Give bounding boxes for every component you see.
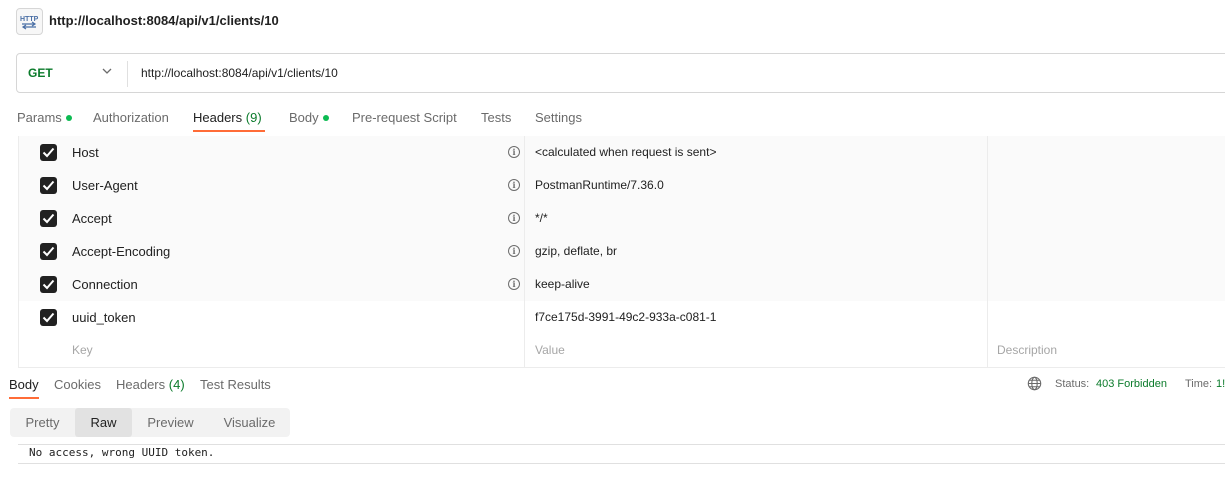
- tab-settings[interactable]: Settings: [535, 110, 582, 125]
- checkbox-checked-icon[interactable]: [40, 243, 57, 260]
- time-value[interactable]: 1!: [1216, 378, 1225, 390]
- header-key[interactable]: uuid_token: [72, 310, 136, 325]
- svg-text:HTTP: HTTP: [20, 16, 39, 23]
- header-value[interactable]: */*: [535, 211, 548, 225]
- table-row: User-Agent i PostmanRuntime/7.36.0: [18, 169, 1225, 203]
- format-raw[interactable]: Raw: [75, 408, 132, 437]
- headers-table: Host i <calculated when request is sent>…: [18, 136, 1225, 368]
- response-active-tab-underline: [9, 397, 39, 399]
- globe-icon[interactable]: [1027, 376, 1042, 394]
- tab-body-label: Body: [289, 110, 319, 125]
- response-tab-headers-count: (4): [168, 377, 185, 392]
- time-label: Time:: [1185, 378, 1213, 390]
- url-divider: [127, 61, 128, 87]
- response-tab-test-results[interactable]: Test Results: [200, 377, 271, 392]
- tab-settings-label: Settings: [535, 110, 582, 125]
- checkbox-checked-icon[interactable]: [40, 177, 57, 194]
- tab-pre-request-script-label: Pre-request Script: [352, 110, 457, 125]
- status-label: Status:: [1055, 378, 1090, 390]
- http-request-icon: HTTP: [16, 8, 43, 35]
- response-tab-body-label: Body: [9, 377, 39, 392]
- table-row: uuid_token f7ce175d-3991-49c2-933a-c081-…: [18, 301, 1225, 335]
- format-pretty[interactable]: Pretty: [10, 408, 75, 437]
- tab-headers-label: Headers: [193, 110, 243, 125]
- method-select[interactable]: GET: [28, 66, 53, 80]
- format-preview[interactable]: Preview: [132, 408, 209, 437]
- tab-params[interactable]: Params: [17, 110, 72, 125]
- tab-params-label: Params: [17, 110, 62, 125]
- info-icon[interactable]: i: [508, 179, 520, 191]
- header-key[interactable]: Accept: [72, 211, 112, 226]
- tab-authorization[interactable]: Authorization: [93, 110, 169, 125]
- chevron-down-icon[interactable]: [101, 65, 113, 80]
- info-icon[interactable]: i: [508, 278, 520, 290]
- url-bar: GET http://localhost:8084/api/v1/clients…: [16, 53, 1225, 93]
- response-tab-headers-label: Headers: [116, 377, 166, 392]
- response-tab-body[interactable]: Body: [9, 377, 39, 392]
- header-key[interactable]: Connection: [72, 277, 138, 292]
- info-icon[interactable]: i: [508, 146, 520, 158]
- response-body[interactable]: No access, wrong UUID token.: [18, 444, 1225, 464]
- response-tab-cookies-label: Cookies: [54, 377, 101, 392]
- header-key[interactable]: Accept-Encoding: [72, 244, 170, 259]
- response-tab-cookies[interactable]: Cookies: [54, 377, 101, 392]
- status-value[interactable]: 403 Forbidden: [1096, 378, 1167, 390]
- tab-authorization-label: Authorization: [93, 110, 169, 125]
- table-row: Host i <calculated when request is sent>: [18, 136, 1225, 170]
- tab-headers[interactable]: Headers (9): [193, 110, 262, 125]
- table-row: Accept i */*: [18, 202, 1225, 236]
- checkbox-checked-icon[interactable]: [40, 309, 57, 326]
- new-header-row: Key Value Description: [18, 334, 1225, 368]
- response-tab-headers[interactable]: Headers (4): [116, 377, 185, 392]
- response-body-text: No access, wrong UUID token.: [29, 446, 215, 459]
- column-divider: [524, 136, 525, 368]
- table-row: Connection i keep-alive: [18, 268, 1225, 302]
- header-value[interactable]: keep-alive: [535, 277, 590, 291]
- new-key-input[interactable]: Key: [72, 343, 93, 357]
- header-value[interactable]: gzip, deflate, br: [535, 244, 617, 258]
- new-description-input[interactable]: Description: [997, 343, 1057, 357]
- checkbox-checked-icon[interactable]: [40, 144, 57, 161]
- response-format-tabs: Pretty Raw Preview Visualize: [10, 408, 290, 437]
- new-value-input[interactable]: Value: [535, 343, 565, 357]
- header-value[interactable]: <calculated when request is sent>: [535, 145, 716, 159]
- url-input[interactable]: http://localhost:8084/api/v1/clients/10: [141, 66, 338, 80]
- column-divider: [987, 136, 988, 368]
- tab-pre-request-script[interactable]: Pre-request Script: [352, 110, 457, 125]
- info-icon[interactable]: i: [508, 245, 520, 257]
- response-tab-test-results-label: Test Results: [200, 377, 271, 392]
- format-visualize[interactable]: Visualize: [209, 408, 290, 437]
- tab-body[interactable]: Body: [289, 110, 329, 125]
- active-tab-underline: [193, 130, 265, 132]
- checkbox-checked-icon[interactable]: [40, 276, 57, 293]
- tab-headers-count: (9): [245, 110, 262, 125]
- tab-tests[interactable]: Tests: [481, 110, 511, 125]
- table-row: Accept-Encoding i gzip, deflate, br: [18, 235, 1225, 269]
- header-value[interactable]: f7ce175d-3991-49c2-933a-c081-1: [535, 310, 716, 324]
- column-divider: [18, 136, 19, 368]
- params-dot-indicator: [65, 114, 72, 121]
- tab-tests-label: Tests: [481, 110, 512, 125]
- header-value[interactable]: PostmanRuntime/7.36.0: [535, 178, 664, 192]
- header-key[interactable]: Host: [72, 145, 99, 160]
- request-title: http://localhost:8084/api/v1/clients/10: [49, 13, 279, 28]
- body-dot-indicator: [322, 114, 329, 121]
- info-icon[interactable]: i: [508, 212, 520, 224]
- header-key[interactable]: User-Agent: [72, 178, 138, 193]
- checkbox-checked-icon[interactable]: [40, 210, 57, 227]
